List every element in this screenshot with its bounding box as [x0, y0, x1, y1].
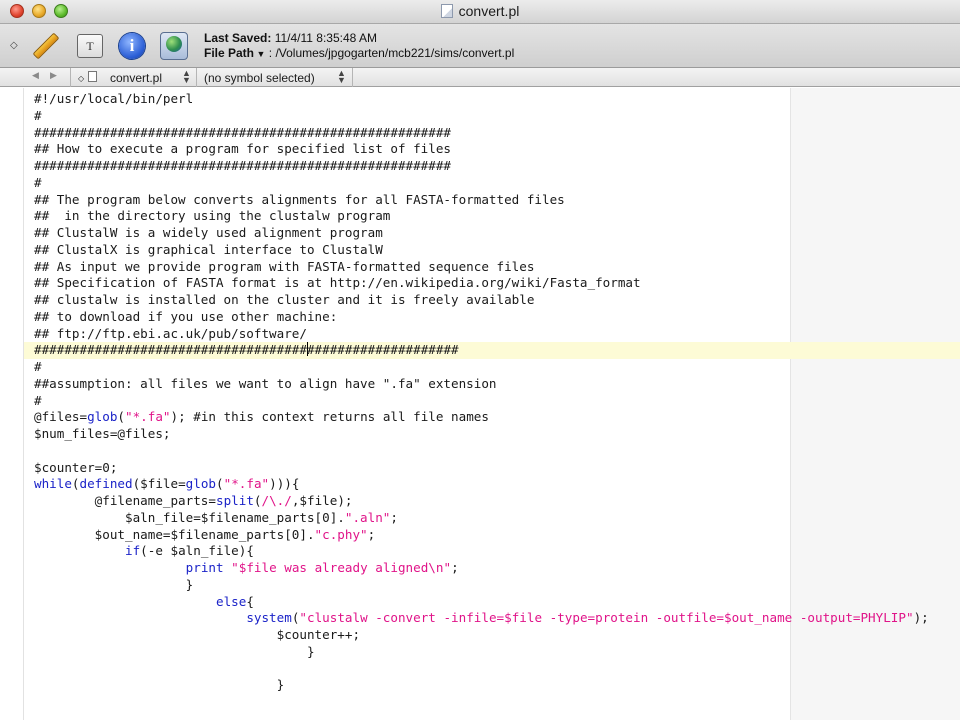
title-bar: convert.pl — [0, 0, 960, 24]
history-arrows: ◀ ▶ — [28, 70, 70, 85]
diamond-icon: ◇ — [78, 74, 85, 83]
file-path-label: File Path — [204, 46, 255, 60]
code-line[interactable]: } — [34, 577, 929, 594]
code-line[interactable]: ########################################… — [34, 125, 929, 142]
code-line[interactable]: ## Specification of FASTA format is at h… — [34, 275, 929, 292]
nav-divider — [352, 68, 353, 87]
symbol-popup[interactable]: (no symbol selected) — [204, 71, 315, 85]
pencil-icon — [33, 33, 59, 59]
code-line[interactable]: ## ClustalX is graphical interface to Cl… — [34, 242, 929, 259]
code-line[interactable]: ## ftp://ftp.ebi.ac.uk/pub/software/ — [34, 326, 929, 343]
nav-divider — [196, 68, 197, 87]
code-text[interactable]: #!/usr/local/bin/perl # ##################… — [34, 91, 929, 694]
file-popup-label[interactable]: convert.pl — [110, 71, 162, 85]
last-saved-row: Last Saved: 11/4/11 8:35:48 AM — [204, 31, 514, 46]
last-saved-value: 11/4/11 8:35:48 AM — [274, 31, 378, 45]
globe-icon — [160, 32, 188, 60]
file-path-dropdown-icon[interactable]: ▼ — [254, 49, 266, 59]
code-line[interactable]: $counter=0; — [34, 460, 929, 477]
text-icon: T — [77, 34, 103, 58]
code-line[interactable]: @filename_parts=split(/\./,$file); — [34, 493, 929, 510]
text-cursor — [306, 342, 308, 357]
toolbar: ◇ T i Last Saved: 11/4/11 8:35:48 AM Fil… — [0, 24, 960, 68]
code-line[interactable]: ##assumption: all files we want to align… — [34, 376, 929, 393]
file-popup-arrows-icon[interactable]: ▲ ▼ — [182, 69, 191, 85]
code-line[interactable]: $num_files=@files; — [34, 426, 929, 443]
code-line[interactable]: ## clustalw is installed on the cluster … — [34, 292, 929, 309]
code-line[interactable]: while(defined($file=glob("*.fa"))){ — [34, 476, 929, 493]
code-line[interactable]: $aln_file=$filename_parts[0].".aln"; — [34, 510, 929, 527]
code-line[interactable]: ## The program below converts alignments… — [34, 192, 929, 209]
file-path-row[interactable]: File Path ▼ : /Volumes/jpgogarten/mcb221… — [204, 46, 514, 62]
line-gutter — [0, 88, 24, 720]
pencil-button[interactable] — [30, 30, 62, 62]
code-line[interactable]: if(-e $aln_file){ — [34, 543, 929, 560]
nav-divider — [70, 68, 71, 87]
code-line[interactable]: # — [34, 393, 929, 410]
symbol-popup-arrows-icon[interactable]: ▲ ▼ — [337, 69, 346, 85]
code-line[interactable]: print "$file was already aligned\n"; — [34, 560, 929, 577]
toolbar-menu-diamond-icon[interactable]: ◇ — [10, 40, 18, 51]
info-icon: i — [119, 33, 145, 59]
code-editor[interactable]: #!/usr/local/bin/perl # ##################… — [0, 88, 960, 720]
last-saved-label: Last Saved: — [204, 31, 272, 45]
code-line[interactable]: @files=glob("*.fa"); #in this context re… — [34, 409, 929, 426]
code-line[interactable]: else{ — [34, 594, 929, 611]
document-icon — [440, 4, 453, 18]
file-path-value: : /Volumes/jpgogarten/mcb221/sims/conver… — [268, 46, 515, 60]
code-line[interactable]: } — [34, 677, 929, 694]
navigation-bar: ◀ ▶ ◇ convert.pl ▲ ▼ (no symbol selected)… — [0, 68, 960, 87]
code-line[interactable]: # — [34, 175, 929, 192]
code-line[interactable]: #!/usr/local/bin/perl — [34, 91, 929, 108]
text-options-button[interactable]: T — [74, 30, 106, 62]
code-line[interactable] — [34, 661, 929, 678]
document-info: Last Saved: 11/4/11 8:35:48 AM File Path… — [204, 31, 514, 62]
file-popup[interactable]: ◇ — [78, 70, 103, 84]
back-arrow-icon[interactable]: ◀ — [32, 70, 39, 81]
code-line[interactable]: ## ClustalW is a widely used alignment p… — [34, 225, 929, 242]
code-line[interactable]: } — [34, 644, 929, 661]
code-line[interactable]: # — [34, 108, 929, 125]
code-line[interactable]: # — [34, 359, 929, 376]
code-line[interactable]: $out_name=$filename_parts[0]."c.phy"; — [34, 527, 929, 544]
code-line[interactable]: system("clustalw -convert -infile=$file … — [34, 610, 928, 627]
code-line[interactable]: ########################################… — [34, 158, 929, 175]
window-title-text: convert.pl — [458, 3, 520, 19]
code-line[interactable]: ## to download if you use other machine: — [34, 309, 929, 326]
code-line[interactable]: ## How to execute a program for specifie… — [34, 141, 929, 158]
info-button[interactable]: i — [116, 30, 148, 62]
file-icon — [88, 71, 98, 82]
code-line[interactable]: $counter++; — [34, 627, 929, 644]
globe-button[interactable] — [158, 30, 190, 62]
code-line[interactable] — [34, 443, 929, 460]
code-line[interactable]: ## As input we provide program with FAST… — [34, 259, 929, 276]
code-line[interactable]: ########################################… — [34, 342, 929, 359]
code-line[interactable]: ## in the directory using the clustalw p… — [34, 208, 929, 225]
window-title: convert.pl — [0, 3, 960, 19]
forward-arrow-icon[interactable]: ▶ — [50, 70, 57, 81]
